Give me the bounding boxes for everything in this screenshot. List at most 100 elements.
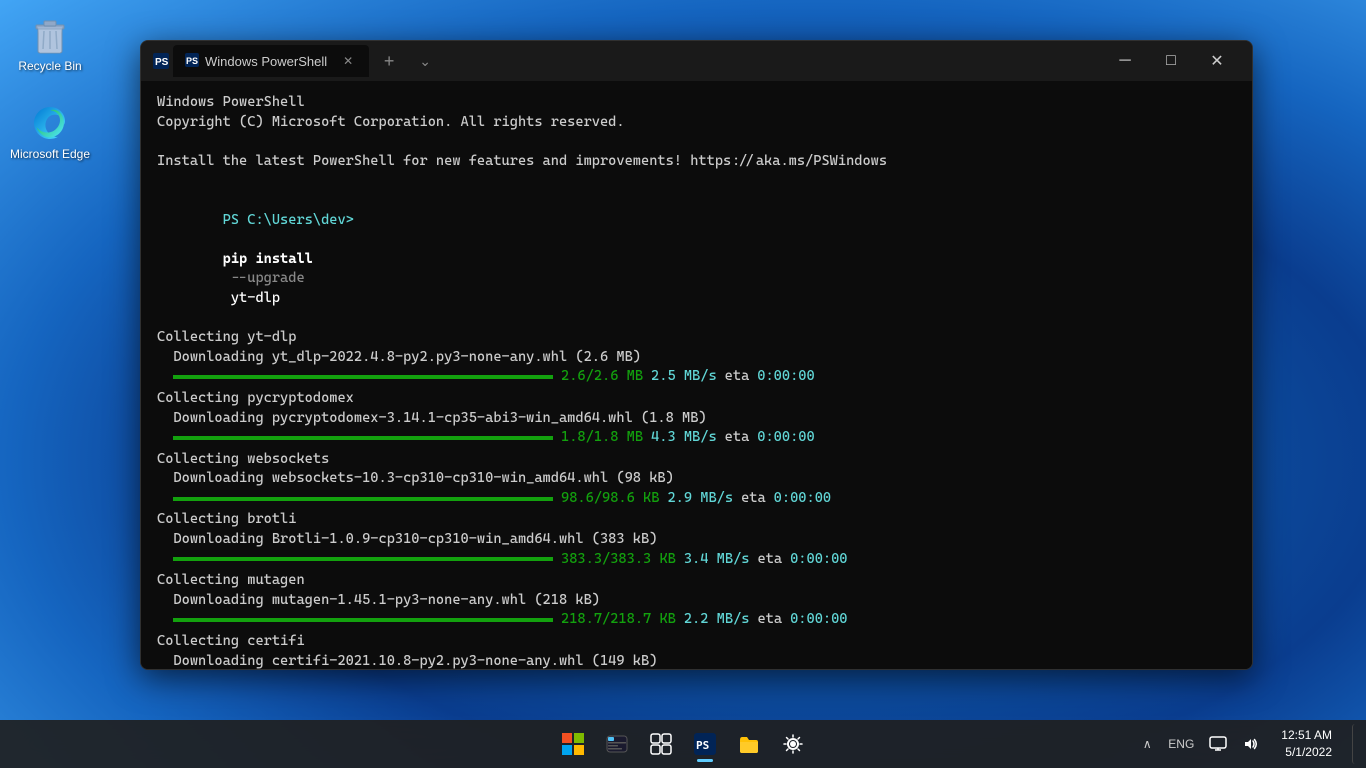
progress-speed: 2.9 MB/s [667, 489, 733, 509]
progress-speed: 2.5 MB/s [651, 367, 717, 387]
terminal-command-line: PS C:\Users\dev> pip install --upgrade y… [157, 191, 1236, 328]
terminal-output[interactable]: Windows PowerShell Copyright (C) Microso… [141, 81, 1252, 669]
tray-display-button[interactable] [1203, 724, 1233, 764]
taskbar-tray: ∧ ENG 12:51 [1135, 723, 1358, 765]
taskview-button[interactable] [641, 724, 681, 764]
progress-line: 98.6/98.6 KB 2.9 MB/s eta 0:00:00 [173, 489, 1236, 509]
progress-bar-container [173, 557, 553, 561]
recycle-bin-icon[interactable]: Recycle Bin [10, 10, 90, 78]
progress-bar-fill [173, 497, 553, 501]
taskbar-settings-button[interactable] [773, 724, 813, 764]
progress-speed: 4.3 MB/s [651, 428, 717, 448]
progress-line: 1.8/1.8 MB 4.3 MB/s eta 0:00:00 [173, 428, 1236, 448]
edge-label: Microsoft Edge [10, 147, 90, 161]
terminal-line: Downloading yt_dlp-2022.4.8-py2.py3-none… [157, 348, 1236, 368]
progress-speed: 3.4 MB/s [684, 550, 750, 570]
progress-bar-fill [173, 557, 553, 561]
terminal-line: Install the latest PowerShell for new fe… [157, 152, 1236, 172]
progress-eta-label: eta [725, 367, 750, 387]
tray-expand-button[interactable]: ∧ [1135, 724, 1159, 764]
edge-image [30, 103, 70, 143]
progress-eta-val: 0:00:00 [790, 550, 847, 570]
svg-text:PS: PS [155, 57, 169, 68]
terminal-line [157, 171, 1236, 191]
powershell-window: PS PS Windows PowerShell ✕ + ⌄ [140, 40, 1253, 670]
clock-date: 5/1/2022 [1281, 744, 1332, 761]
cmd-pkg: yt-dlp [223, 290, 280, 306]
clock-time: 12:51 AM [1281, 727, 1332, 744]
progress-text: 98.6/98.6 KB [561, 489, 659, 509]
progress-bar-container [173, 436, 553, 440]
progress-bar-container [173, 618, 553, 622]
tray-volume-button[interactable] [1235, 724, 1265, 764]
progress-bar-fill [173, 375, 553, 379]
show-desktop-button[interactable] [1352, 724, 1358, 764]
progress-eta-label: eta [757, 610, 782, 630]
progress-eta-label: eta [725, 428, 750, 448]
new-tab-button[interactable]: + [373, 45, 405, 77]
terminal-line: Downloading Brotli-1.0.9-cp310-cp310-win… [157, 530, 1236, 550]
tab-label: Windows PowerShell [205, 54, 327, 69]
terminal-line: Downloading pycryptodomex-3.14.1-cp35-ab… [157, 409, 1236, 429]
tab-powershell[interactable]: PS Windows PowerShell ✕ [173, 45, 369, 77]
terminal-line: Collecting yt-dlp [157, 328, 1236, 348]
prompt: PS C:\Users\dev> [223, 212, 354, 228]
maximize-button[interactable]: □ [1148, 41, 1194, 81]
progress-bar-fill [173, 618, 553, 622]
terminal-line [157, 132, 1236, 152]
taskbar: PS ∧ ENG [0, 720, 1366, 768]
progress-line: 2.6/2.6 MB 2.5 MB/s eta 0:00:00 [173, 367, 1236, 387]
progress-eta-val: 0:00:00 [774, 489, 831, 509]
terminal-line: Downloading mutagen-1.45.1-py3-none-any.… [157, 591, 1236, 611]
svg-text:PS: PS [186, 56, 198, 66]
terminal-line: Collecting certifi [157, 632, 1236, 652]
tab-ps-icon: PS [185, 53, 199, 70]
titlebar-controls: ─ □ ✕ [1102, 41, 1240, 81]
close-button[interactable]: ✕ [1194, 41, 1240, 81]
cmd-pip: pip install [223, 251, 313, 267]
progress-eta-label: eta [757, 550, 782, 570]
tray-lang-button[interactable]: ENG [1161, 724, 1201, 764]
terminal-line: Windows PowerShell [157, 93, 1236, 113]
recycle-bin-label: Recycle Bin [18, 59, 81, 73]
start-button[interactable] [553, 724, 593, 764]
tab-close-icon[interactable]: ✕ [339, 52, 357, 70]
titlebar-ps-icon: PS [153, 53, 169, 69]
progress-eta-val: 0:00:00 [757, 367, 814, 387]
titlebar: PS PS Windows PowerShell ✕ + ⌄ [141, 41, 1252, 81]
progress-eta-val: 0:00:00 [757, 428, 814, 448]
cmd-upgrade: --upgrade [223, 270, 305, 286]
terminal-line: Collecting pycryptodomex [157, 389, 1236, 409]
progress-line: 218.7/218.7 KB 2.2 MB/s eta 0:00:00 [173, 610, 1236, 630]
microsoft-edge-icon[interactable]: Microsoft Edge [10, 98, 90, 166]
desktop-icons: Recycle Bin [0, 0, 100, 176]
terminal-line: Collecting websockets [157, 450, 1236, 470]
taskbar-powershell-button[interactable]: PS [685, 724, 725, 764]
desktop: Recycle Bin [0, 0, 1366, 768]
progress-text: 383.3/383.3 KB [561, 550, 676, 570]
progress-speed: 2.2 MB/s [684, 610, 750, 630]
progress-bar-fill [173, 436, 553, 440]
tray-icons: ∧ ENG [1135, 724, 1265, 764]
taskbar-clock[interactable]: 12:51 AM 5/1/2022 [1273, 723, 1340, 765]
progress-eta-label: eta [741, 489, 766, 509]
taskbar-center: PS [553, 724, 813, 764]
progress-text: 218.7/218.7 KB [561, 610, 676, 630]
recycle-bin-image [30, 15, 70, 55]
terminal-line: Copyright (C) Microsoft Corporation. All… [157, 113, 1236, 133]
progress-bar-container [173, 375, 553, 379]
search-button[interactable] [597, 724, 637, 764]
terminal-line: Collecting mutagen [157, 571, 1236, 591]
terminal-line: Collecting brotli [157, 510, 1236, 530]
progress-text: 2.6/2.6 MB [561, 367, 643, 387]
taskbar-explorer-button[interactable] [729, 724, 769, 764]
progress-eta-val: 0:00:00 [790, 610, 847, 630]
progress-bar-container [173, 497, 553, 501]
cmd-space [223, 231, 231, 247]
minimize-button[interactable]: ─ [1102, 41, 1148, 81]
tab-dropdown-button[interactable]: ⌄ [409, 45, 441, 77]
terminal-line: Downloading certifi-2021.10.8-py2.py3-no… [157, 652, 1236, 669]
svg-text:PS: PS [696, 739, 709, 752]
terminal-line: Downloading websockets-10.3-cp310-cp310-… [157, 469, 1236, 489]
progress-text: 1.8/1.8 MB [561, 428, 643, 448]
